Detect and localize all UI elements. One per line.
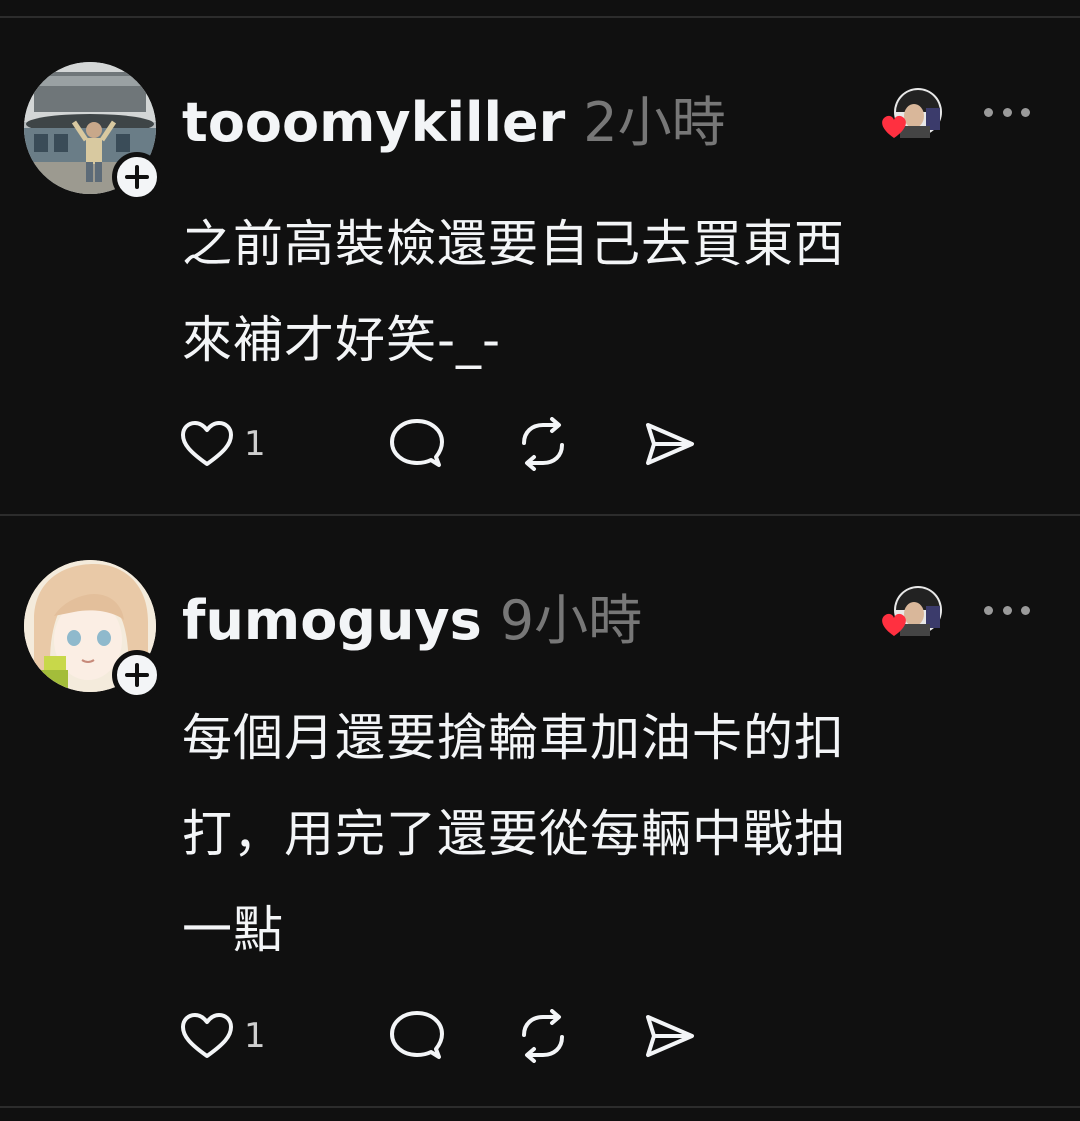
send-icon — [646, 1015, 694, 1057]
send-icon — [646, 423, 694, 465]
like-button[interactable]: 1 — [180, 1008, 310, 1064]
plus-icon — [125, 165, 149, 189]
action-bar: 1 — [180, 416, 696, 472]
post-text-line: 之前高裝檢還要自己去買東西 — [182, 215, 845, 273]
more-options-button[interactable] — [984, 105, 1030, 119]
post-2[interactable]: fumoguys 9小時 每個月還要搶輪車加油卡的扣 打，用完了還要從每輛中戰抽 … — [0, 516, 1080, 1108]
repost-button[interactable] — [516, 416, 570, 472]
post-text-line: 每個月還要搶輪車加油卡的扣 — [182, 709, 845, 767]
post-body: 之前高裝檢還要自己去買東西 來補才好笑-_- — [182, 196, 1042, 388]
like-count: 1 — [244, 1016, 266, 1056]
heart-outline-icon — [181, 421, 233, 466]
timestamp: 9小時 — [499, 589, 643, 652]
username[interactable]: fumoguys — [182, 589, 482, 652]
reply-button[interactable] — [390, 1008, 444, 1064]
liked-by-indicator[interactable] — [878, 586, 944, 642]
like-count: 1 — [244, 424, 266, 464]
post-header: tooomykiller 2小時 — [182, 96, 726, 150]
liked-by-indicator[interactable] — [878, 88, 944, 144]
reply-button[interactable] — [390, 416, 444, 472]
like-button[interactable]: 1 — [180, 416, 310, 472]
post-text-line: 打，用完了還要從每輛中戰抽 — [182, 805, 845, 863]
speech-bubble-icon — [390, 1011, 444, 1059]
heart-outline-icon — [181, 1013, 233, 1058]
more-options-button[interactable] — [984, 603, 1030, 617]
action-bar: 1 — [180, 1008, 696, 1064]
ellipsis-icon — [984, 605, 993, 615]
post-body: 每個月還要搶輪車加油卡的扣 打，用完了還要從每輛中戰抽 一點 — [182, 690, 1042, 978]
share-button[interactable] — [642, 1008, 696, 1064]
post-1[interactable]: tooomykiller 2小時 之前高裝檢還要自己去買東西 來補才好笑-_- 1 — [0, 0, 1080, 516]
speech-bubble-icon — [390, 419, 444, 467]
post-header: fumoguys 9小時 — [182, 594, 642, 648]
post-text-line: 一點 — [182, 901, 284, 959]
username[interactable]: tooomykiller — [182, 91, 565, 154]
plus-icon — [125, 663, 149, 687]
bottom-divider — [0, 1106, 1080, 1108]
post-text-line: 來補才好笑-_- — [182, 311, 502, 369]
follow-button[interactable] — [112, 152, 162, 202]
ellipsis-icon — [984, 107, 993, 117]
repost-icon — [522, 417, 564, 471]
follow-button[interactable] — [112, 650, 162, 700]
repost-button[interactable] — [516, 1008, 570, 1064]
repost-icon — [522, 1009, 564, 1063]
timestamp: 2小時 — [583, 91, 726, 154]
share-button[interactable] — [642, 416, 696, 472]
